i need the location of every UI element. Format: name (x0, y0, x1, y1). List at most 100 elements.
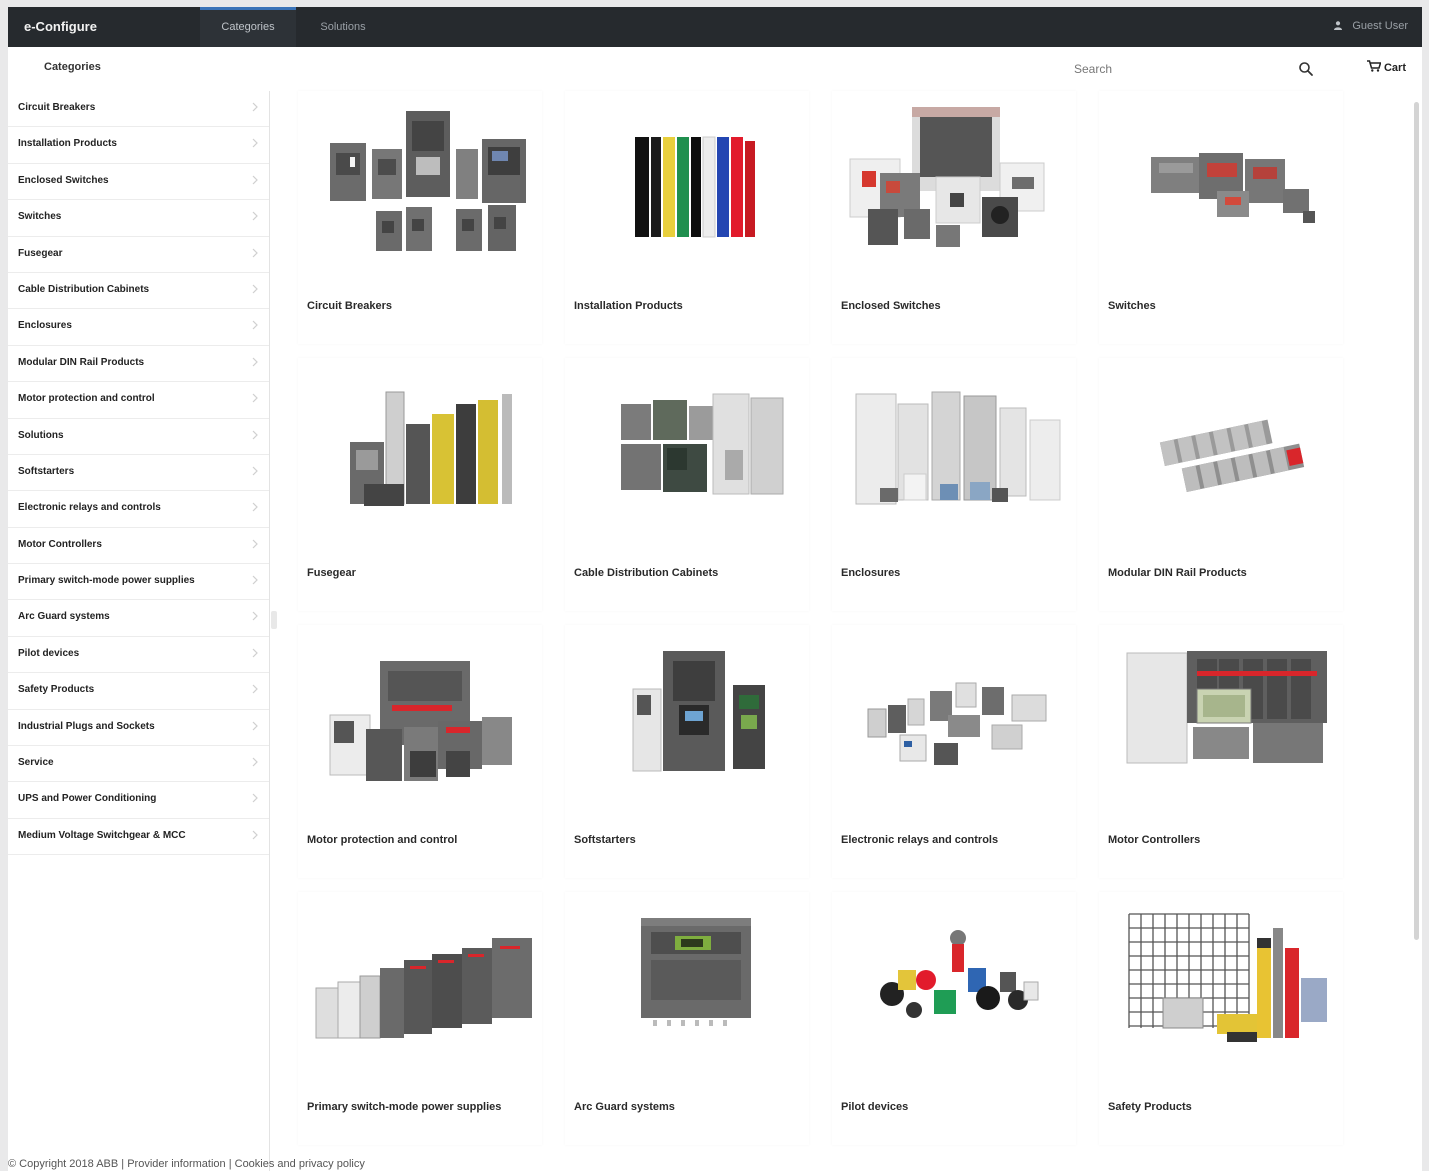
category-card-safety-products[interactable]: Safety Products (1099, 892, 1343, 1145)
chevron-right-icon (252, 793, 258, 803)
category-card-enclosures[interactable]: Enclosures (832, 358, 1076, 611)
footer-copyright: © Copyright 2018 ABB | (8, 1158, 125, 1170)
category-card-fusegear[interactable]: Fusegear (298, 358, 542, 611)
provider-information-link[interactable]: Provider information (127, 1158, 225, 1170)
sidebar-item-medium-voltage-switchgear-mcc[interactable]: Medium Voltage Switchgear & MCC (8, 819, 269, 856)
tab-categories[interactable]: Categories (200, 7, 296, 47)
enclosures-image (855, 391, 1061, 505)
sidebar-item-cable-distribution-cabinets[interactable]: Cable Distribution Cabinets (8, 273, 269, 310)
category-card-label: Electronic relays and controls (841, 834, 999, 846)
sidebar-item-fusegear[interactable]: Fusegear (8, 237, 269, 273)
scrollbar-thumb[interactable] (1414, 102, 1419, 940)
category-card-motor-protection-and-control[interactable]: Motor protection and control (298, 625, 542, 878)
app-frame: e-Configure Categories Solutions Guest U… (8, 7, 1422, 1171)
categories-heading: Categories (44, 61, 101, 73)
category-card-label: Enclosed Switches (841, 300, 941, 312)
sidebar-item-circuit-breakers[interactable]: Circuit Breakers (8, 91, 269, 128)
category-card-enclosed-switches[interactable]: Enclosed Switches (832, 91, 1076, 344)
chevron-right-icon (252, 393, 258, 403)
sidebar-item-label: Enclosed Switches (18, 174, 109, 186)
sidebar-item-label: UPS and Power Conditioning (18, 793, 157, 805)
category-card-softstarters[interactable]: Softstarters (565, 625, 809, 878)
category-card-circuit-breakers[interactable]: Circuit Breakers (298, 91, 542, 344)
sidebar-item-label: Installation Products (18, 138, 117, 150)
chevron-right-icon (252, 757, 258, 767)
modular-din-rail-products-image (1159, 419, 1305, 493)
user-name: Guest User (1352, 20, 1408, 32)
sidebar-item-label: Medium Voltage Switchgear & MCC (18, 829, 186, 841)
category-card-arc-guard-systems[interactable]: Arc Guard systems (565, 892, 809, 1145)
chevron-right-icon (252, 175, 258, 185)
sidebar-item-label: Solutions (18, 429, 64, 441)
vertical-scrollbar[interactable] (1412, 102, 1420, 1162)
sidebar-item-motor-protection-and-control[interactable]: Motor protection and control (8, 382, 269, 419)
category-card-label: Safety Products (1108, 1101, 1192, 1113)
chevron-right-icon (252, 575, 258, 585)
sidebar-item-modular-din-rail-products[interactable]: Modular DIN Rail Products (8, 346, 269, 383)
chevron-right-icon (252, 612, 258, 621)
sidebar-item-motor-controllers[interactable]: Motor Controllers (8, 528, 269, 565)
search-box (1070, 57, 1330, 81)
cart-label: Cart (1383, 62, 1406, 74)
sidebar-item-label: Circuit Breakers (18, 102, 96, 113)
sidebar-item-solutions[interactable]: Solutions (8, 419, 269, 455)
sidebar-item-arc-guard-systems[interactable]: Arc Guard systems (8, 600, 269, 637)
tab-solutions[interactable]: Solutions (308, 7, 378, 47)
sidebar-item-switches[interactable]: Switches (8, 200, 269, 237)
cookies-privacy-link[interactable]: Cookies and privacy policy (235, 1158, 365, 1170)
sidebar-item-industrial-plugs-and-sockets[interactable]: Industrial Plugs and Sockets (8, 710, 269, 747)
user-menu[interactable]: Guest User (1334, 20, 1408, 32)
category-card-label: Motor protection and control (307, 834, 458, 846)
chevron-right-icon (252, 502, 258, 512)
category-card-modular-din-rail-products[interactable]: Modular DIN Rail Products (1099, 358, 1343, 611)
sidebar-item-softstarters[interactable]: Softstarters (8, 455, 269, 492)
circuit-breakers-image (330, 111, 526, 251)
cable-distribution-cabinets-image (621, 393, 784, 495)
brand-logo[interactable]: e-Configure (24, 19, 97, 34)
sidebar-item-electronic-relays-and-controls[interactable]: Electronic relays and controls (8, 491, 269, 528)
chevron-right-icon (252, 539, 258, 549)
chevron-right-icon (252, 357, 258, 367)
category-card-label: Circuit Breakers (307, 300, 392, 312)
cart-button[interactable]: Cart (1366, 60, 1406, 74)
safety-products-image (1128, 913, 1327, 1042)
sidebar-item-label: Modular DIN Rail Products (18, 356, 145, 368)
category-card-switches[interactable]: Switches (1099, 91, 1343, 344)
category-card-label: Fusegear (307, 567, 356, 579)
sidebar-item-safety-products[interactable]: Safety Products (8, 673, 269, 710)
sidebar-item-label: Industrial Plugs and Sockets (18, 720, 155, 732)
category-card-primary-switch-mode-power-supplies[interactable]: Primary switch-mode power supplies (298, 892, 542, 1145)
sidebar-item-primary-switch-mode-power-supplies[interactable]: Primary switch-mode power supplies (8, 564, 269, 601)
category-card-pilot-devices[interactable]: Pilot devices (832, 892, 1076, 1145)
sidebar-resize-handle[interactable] (271, 611, 277, 629)
sidebar-item-label: Fusegear (18, 247, 63, 259)
sidebar-item-label: Pilot devices (18, 647, 80, 659)
sidebar-item-pilot-devices[interactable]: Pilot devices (8, 637, 269, 674)
sidebar-item-label: Softstarters (18, 465, 75, 477)
sidebar-item-service[interactable]: Service (8, 746, 269, 783)
chevron-right-icon (252, 138, 258, 148)
chevron-right-icon (252, 320, 258, 330)
chevron-right-icon (252, 466, 258, 476)
installation-products-image (635, 136, 755, 238)
softstarters-image (632, 651, 765, 772)
cart-icon (1366, 60, 1381, 72)
search-icon[interactable] (1298, 61, 1314, 77)
sub-header: Categories Cart (8, 47, 1422, 91)
category-card-label: Arc Guard systems (574, 1101, 675, 1113)
search-input[interactable] (1070, 57, 1300, 81)
sidebar-item-enclosures[interactable]: Enclosures (8, 309, 269, 346)
category-card-label: Pilot devices (841, 1101, 909, 1113)
category-card-label: Installation Products (574, 300, 683, 312)
sidebar-item-ups-and-power-conditioning[interactable]: UPS and Power Conditioning (8, 782, 269, 819)
primary-switch-mode-power-supplies-image (315, 938, 532, 1039)
category-card-motor-controllers[interactable]: Motor Controllers (1099, 625, 1343, 878)
category-card-cable-distribution-cabinets[interactable]: Cable Distribution Cabinets (565, 358, 809, 611)
chevron-right-icon (252, 430, 258, 439)
category-card-electronic-relays-and-controls[interactable]: Electronic relays and controls (832, 625, 1076, 878)
sidebar-item-enclosed-switches[interactable]: Enclosed Switches (8, 164, 269, 201)
sidebar-item-label: Safety Products (18, 684, 95, 696)
category-card-label: Enclosures (841, 567, 901, 579)
category-card-installation-products[interactable]: Installation Products (565, 91, 809, 344)
sidebar-item-installation-products[interactable]: Installation Products (8, 127, 269, 164)
